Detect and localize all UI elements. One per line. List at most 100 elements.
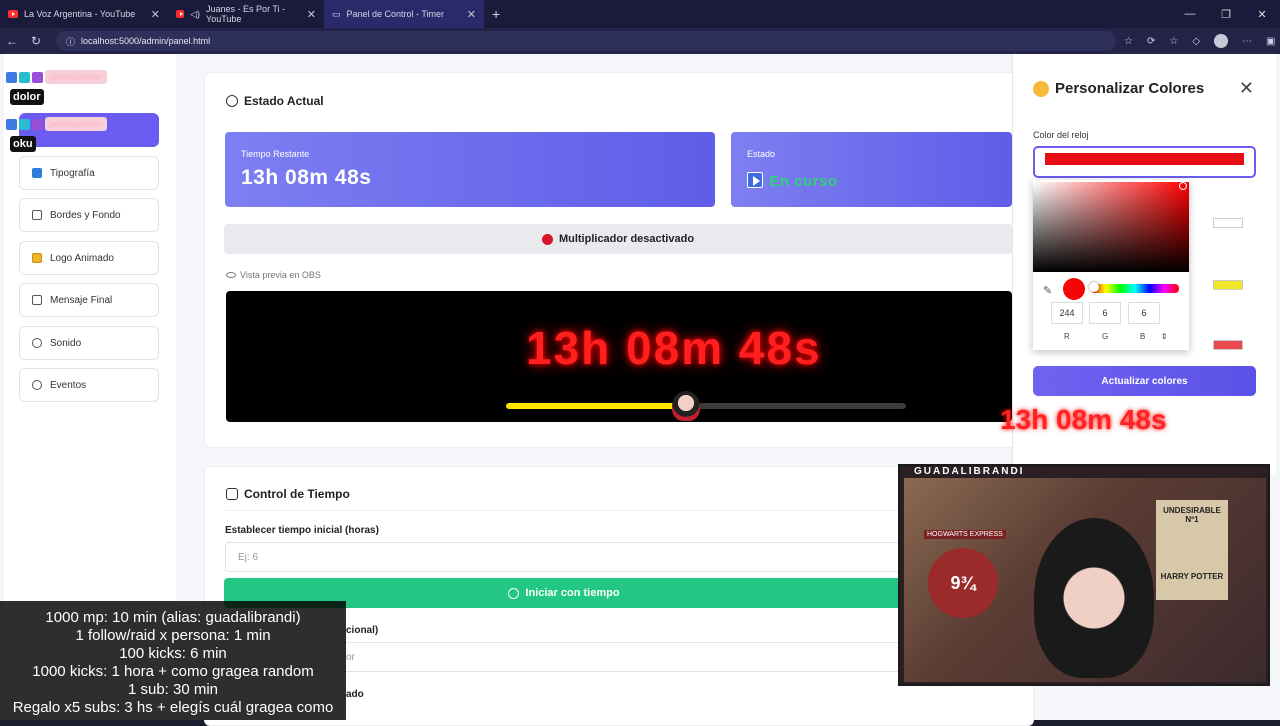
sidebar-item-mensaje[interactable]: Mensaje Final <box>19 283 159 317</box>
hue-slider[interactable] <box>1091 284 1179 293</box>
chat-message-2: oku <box>10 136 36 152</box>
clock-icon <box>508 587 520 599</box>
hue-handle[interactable] <box>1089 282 1099 292</box>
close-tab-icon[interactable]: ✕ <box>467 8 476 21</box>
optional-label: cional) <box>346 625 379 636</box>
tiempo-card: Tiempo Restante 13h 08m 48s <box>225 132 715 207</box>
rule-line: 1000 mp: 10 min (alias: guadalibrandi) <box>45 609 301 626</box>
youtube-icon <box>8 10 18 18</box>
sidebar-item-bordes[interactable]: Bordes y Fondo <box>19 198 159 232</box>
color-swatch-4[interactable] <box>1213 340 1243 350</box>
play-icon <box>747 172 763 189</box>
tab-juanes[interactable]: ◁) Juanes - Es Por Ti - YouTube ✕ <box>168 0 324 28</box>
rule-line: 100 kicks: 6 min <box>119 645 227 662</box>
tag-icon <box>32 253 42 263</box>
url-field[interactable]: ⓘ localhost:5000/admin/panel.html <box>56 31 1116 51</box>
sidebar-icon[interactable]: ▣ <box>1266 36 1275 47</box>
saturation-handle[interactable] <box>1179 182 1187 190</box>
clock-icon <box>226 95 238 107</box>
more-icon[interactable]: ⋯ <box>1242 36 1252 47</box>
progress-fill <box>506 403 686 409</box>
tab-bar: La Voz Argentina - YouTube ✕ ◁) Juanes - E… <box>0 0 1280 28</box>
red-dot-icon <box>541 233 553 245</box>
color-swatch-3[interactable] <box>1213 280 1243 290</box>
g-label: G <box>1102 332 1109 341</box>
grid-icon <box>226 488 238 500</box>
mascot-icon <box>672 391 700 421</box>
sidebar-item-eventos[interactable]: Eventos <box>19 368 159 402</box>
divider <box>226 510 1012 511</box>
b-label: B <box>1140 332 1146 341</box>
preview-label: Vista previa en OBS <box>226 270 321 280</box>
tab-la-voz[interactable]: La Voz Argentina - YouTube ✕ <box>0 0 168 28</box>
close-tab-icon[interactable]: ✕ <box>307 8 316 21</box>
speaker-icon[interactable]: ◁) <box>190 9 200 20</box>
rule-line: 1 sub: 30 min <box>127 681 219 698</box>
close-icon[interactable]: ✕ <box>1239 78 1254 99</box>
green-input[interactable]: 6 <box>1089 302 1121 324</box>
text-icon <box>32 168 42 178</box>
saturation-area[interactable] <box>1033 182 1189 272</box>
cam-title: GUADALIBRANDI <box>914 466 1025 477</box>
youtube-icon <box>176 10 185 18</box>
color-swatch-2[interactable] <box>1213 218 1243 228</box>
blue-input[interactable]: 6 <box>1128 302 1160 324</box>
back-icon[interactable]: ← <box>0 34 24 48</box>
eyedropper-icon[interactable]: ✎ <box>1043 284 1052 297</box>
tab-panel[interactable]: ▭ Panel de Control - Timer ✕ <box>324 0 484 28</box>
sidebar-item-tipografia[interactable]: Tipografía <box>19 156 159 190</box>
extensions-icon[interactable]: ⟳ <box>1147 36 1155 47</box>
clock-color-input[interactable] <box>1033 146 1256 178</box>
multiplicador-status: Multiplicador desactivado <box>224 224 1012 254</box>
hours-input[interactable]: Ej: 6 <box>225 542 905 572</box>
donation-rules: 1000 mp: 10 min (alias: guadalibrandi) 1… <box>0 601 346 720</box>
new-tab-button[interactable]: + <box>484 0 508 28</box>
color-picker[interactable]: ✎ 244 6 6 R G B ⇕ <box>1033 180 1189 350</box>
minimize-icon[interactable]: — <box>1172 8 1208 20</box>
close-window-icon[interactable]: ✕ <box>1244 8 1280 21</box>
mode-toggle-icon[interactable]: ⇕ <box>1161 332 1168 341</box>
page-icon: ▭ <box>332 8 341 19</box>
rule-line: Regalo x5 subs: 3 hs + elegís cuál grage… <box>12 699 334 716</box>
speaker-icon <box>32 338 42 348</box>
info-icon: ⓘ <box>66 36 76 47</box>
chat-message-1: dolor <box>10 89 44 105</box>
color-preview <box>1063 278 1085 300</box>
platform-sign: 9¾ <box>928 548 998 618</box>
badge-icon <box>19 71 30 83</box>
sidebar-item-logo[interactable]: Logo Animado <box>19 241 159 275</box>
wanted-poster: UNDESIRABLE Nº1 HARRY POTTER <box>1156 500 1228 600</box>
refresh-icon[interactable]: ↻ <box>24 34 48 48</box>
chat-line-2: peterhammer <box>6 117 107 131</box>
chat-line-1: peterhammer <box>6 70 107 84</box>
shield-icon[interactable]: ◇ <box>1192 36 1200 47</box>
message-icon <box>32 295 42 305</box>
r-label: R <box>1064 332 1070 341</box>
preview-time: 13h 08m 48s <box>526 322 822 374</box>
plus-icon: + <box>492 6 501 22</box>
badge-icon <box>19 118 30 130</box>
star-icon[interactable]: ☆ <box>1124 36 1133 47</box>
estado-value: En curso <box>769 173 838 190</box>
obs-preview: 13h 08m 48s <box>226 291 1012 422</box>
badge-icon <box>32 118 43 130</box>
badge-icon <box>6 71 17 83</box>
profile-avatar[interactable] <box>1214 34 1229 48</box>
address-bar: ← ↻ ⓘ localhost:5000/admin/panel.html ☆ ⟳… <box>0 28 1280 54</box>
progress-track <box>506 403 906 409</box>
colors-title: Personalizar Colores <box>1033 80 1204 97</box>
set-time-label: Establecer tiempo inicial (horas) <box>225 525 379 536</box>
favorites-icon[interactable]: ☆ <box>1169 36 1178 47</box>
maximize-icon[interactable]: ❐ <box>1208 8 1244 21</box>
update-colors-button[interactable]: Actualizar colores <box>1033 366 1256 396</box>
badge-icon <box>32 71 43 83</box>
webcam-overlay: GUADALIBRANDI HOGWARTS EXPRESS 9¾ UNDESI… <box>898 464 1270 686</box>
streamer <box>1034 518 1154 678</box>
sidebar-item-sonido[interactable]: Sonido <box>19 326 159 360</box>
rule-line: 1 follow/raid x persona: 1 min <box>75 627 271 644</box>
hogwarts-sign: HOGWARTS EXPRESS <box>924 530 1006 539</box>
estado-title: Estado Actual <box>226 94 324 108</box>
red-input[interactable]: 244 <box>1051 302 1083 324</box>
field-label-3: ado <box>346 689 364 700</box>
close-tab-icon[interactable]: ✕ <box>151 8 160 21</box>
